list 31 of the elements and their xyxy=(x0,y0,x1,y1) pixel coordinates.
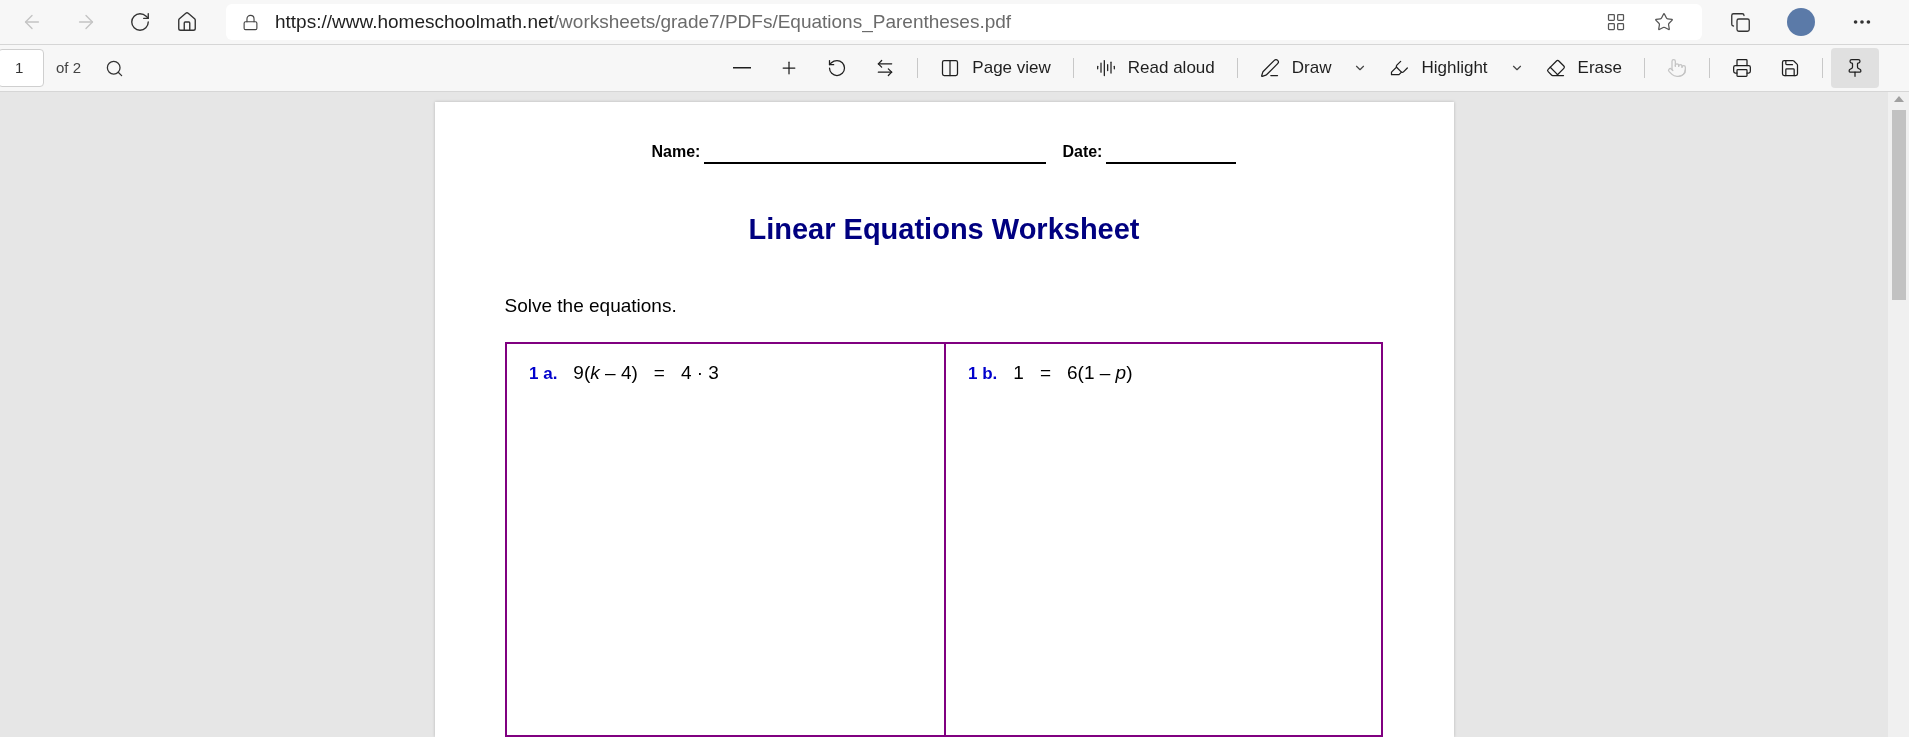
refresh-icon[interactable] xyxy=(129,11,151,33)
equation-text: = xyxy=(1039,361,1051,385)
address-url: https://www.homeschoolmath.net/worksheets/grade7/PDFs/Equations_Parentheses.pdf xyxy=(275,9,1012,35)
lock-icon[interactable] xyxy=(242,13,259,31)
equation-text: 4 · 3 xyxy=(680,361,719,385)
page-view-button[interactable]: Page view xyxy=(926,48,1065,88)
favorite-add-icon[interactable] xyxy=(1654,12,1674,32)
equation-text: 9(k – 4) xyxy=(573,361,638,385)
scrollbar[interactable] xyxy=(1888,92,1909,737)
highlight-button[interactable]: Highlight xyxy=(1375,48,1502,88)
collections-icon[interactable] xyxy=(1730,11,1751,33)
page-number-field[interactable]: 1 xyxy=(0,49,44,87)
erase-button[interactable]: Erase xyxy=(1531,48,1636,88)
equation-text: = xyxy=(653,361,665,385)
address-field[interactable]: https://www.homeschoolmath.net/worksheets/grade7/PDFs/Equations_Parentheses.pdf xyxy=(226,4,1702,40)
home-icon[interactable] xyxy=(176,11,198,33)
pin-button[interactable] xyxy=(1831,48,1879,88)
date-label: Date: xyxy=(1062,142,1103,162)
profile-avatar[interactable] xyxy=(1787,8,1815,36)
search-icon[interactable] xyxy=(105,58,125,78)
name-label: Name: xyxy=(651,142,701,162)
instruction-text: Solve the equations. xyxy=(504,293,677,318)
apps-icon[interactable] xyxy=(1606,12,1626,32)
problem-number: 1 b. xyxy=(968,363,998,385)
page-count: of 2 xyxy=(56,57,82,78)
equation-text: 6(1 – p) xyxy=(1067,361,1133,385)
equation-text: 1 xyxy=(1013,361,1024,385)
draw-button[interactable]: Draw xyxy=(1245,48,1346,88)
problem-number: 1 a. xyxy=(529,363,558,385)
worksheet-title: Linear Equations Worksheet xyxy=(748,212,1140,247)
read-aloud-button[interactable]: Read aloud xyxy=(1081,48,1229,88)
